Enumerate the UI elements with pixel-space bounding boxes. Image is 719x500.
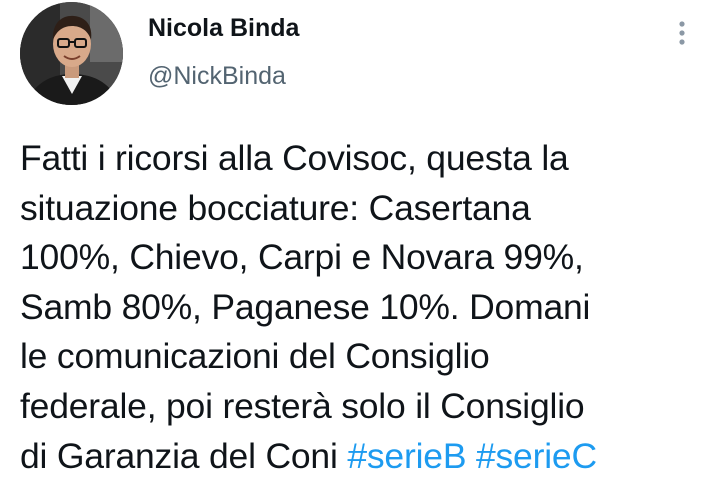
tweet-text: Fatti i ricorsi alla Covisoc, questa la … [20,134,710,481]
avatar-photo [20,2,123,105]
hashtag-link-seriec[interactable]: #serieC [476,436,597,476]
more-options-button[interactable] [670,18,694,48]
tweet-text-line: situazione bocciature: Casertana [20,187,531,228]
tweet-text-line: Samb 80%, Paganese 10%. Domani [20,286,591,327]
tweet-text-line: 100%, Chievo, Carpi e Novara 99%, [20,237,584,278]
author-display-name[interactable]: Nicola Binda [148,14,299,43]
tweet-text-segment: di Garanzia del Coni [20,435,338,476]
hashtag-link-serieb[interactable]: #serieB [347,436,466,476]
more-vertical-icon [679,21,685,45]
tweet-text-line: Fatti i ricorsi alla Covisoc, questa la [20,138,569,178]
tweet-text-line: federale, poi resterà solo il Consiglio [20,385,585,426]
tweet-text-last-line: di Garanzia del Coni #serieB #serieC [20,432,710,482]
tweet-text-line: le comunicazioni del Consiglio [20,336,490,377]
author-handle[interactable]: @NickBinda [148,62,286,91]
tweet-card: Nicola Binda @NickBinda Fatti i ricorsi … [0,0,719,500]
avatar[interactable] [20,2,123,105]
